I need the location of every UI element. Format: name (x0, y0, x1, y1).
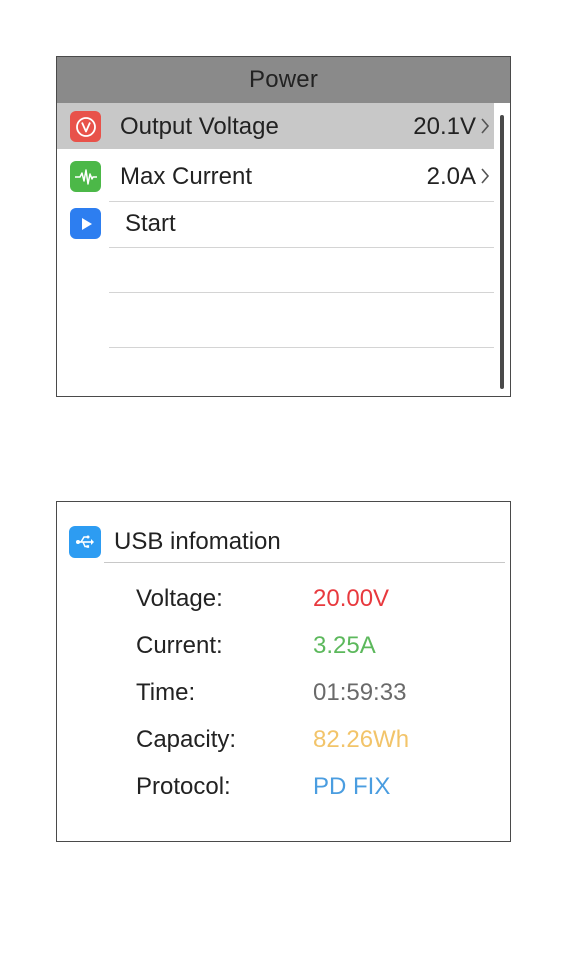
info-label: Current: (136, 632, 223, 659)
power-panel: Power Output Voltage 20.1V Max Current 2… (56, 56, 511, 397)
info-value: PD FIX (313, 773, 391, 800)
menu-item-value: 20.1V (413, 113, 476, 140)
menu-item-start[interactable]: Start (57, 200, 494, 246)
menu-item-label: Max Current (120, 163, 253, 190)
info-label: Time: (136, 679, 196, 706)
chevron-right-icon (478, 103, 492, 149)
info-label: Protocol: (136, 773, 231, 800)
info-row-protocol: Protocol: PD FIX (57, 767, 510, 807)
usb-info-panel: USB infomation Voltage: 20.00V Current: … (56, 501, 511, 842)
info-label: Capacity: (136, 726, 237, 753)
voltage-icon (70, 111, 101, 142)
chevron-right-icon (478, 153, 492, 199)
info-value: 01:59:33 (313, 679, 407, 706)
info-row-current: Current: 3.25A (57, 626, 510, 666)
row-divider (109, 247, 494, 248)
play-icon (70, 208, 101, 239)
menu-item-label: Output Voltage (120, 113, 279, 140)
info-value: 82.26Wh (313, 726, 410, 753)
info-row-capacity: Capacity: 82.26Wh (57, 720, 510, 760)
info-row-time: Time: 01:59:33 (57, 673, 510, 713)
usb-icon (69, 526, 101, 558)
info-label: Voltage: (136, 585, 223, 612)
row-divider (109, 292, 494, 293)
info-value: 20.00V (313, 585, 390, 612)
menu-item-label: Start (125, 210, 176, 237)
scrollbar[interactable] (500, 115, 504, 389)
waveform-icon (70, 161, 101, 192)
info-row-voltage: Voltage: 20.00V (57, 579, 510, 619)
menu-item-output-voltage[interactable]: Output Voltage 20.1V (57, 103, 494, 149)
info-value: 3.25A (313, 632, 376, 659)
menu-item-value: 2.0A (426, 163, 476, 190)
row-divider (109, 347, 494, 348)
menu-item-max-current[interactable]: Max Current 2.0A (57, 153, 494, 199)
usb-info-title: USB infomation (114, 528, 281, 555)
row-divider (109, 201, 494, 202)
power-title: Power (57, 57, 510, 103)
title-divider (104, 562, 505, 563)
